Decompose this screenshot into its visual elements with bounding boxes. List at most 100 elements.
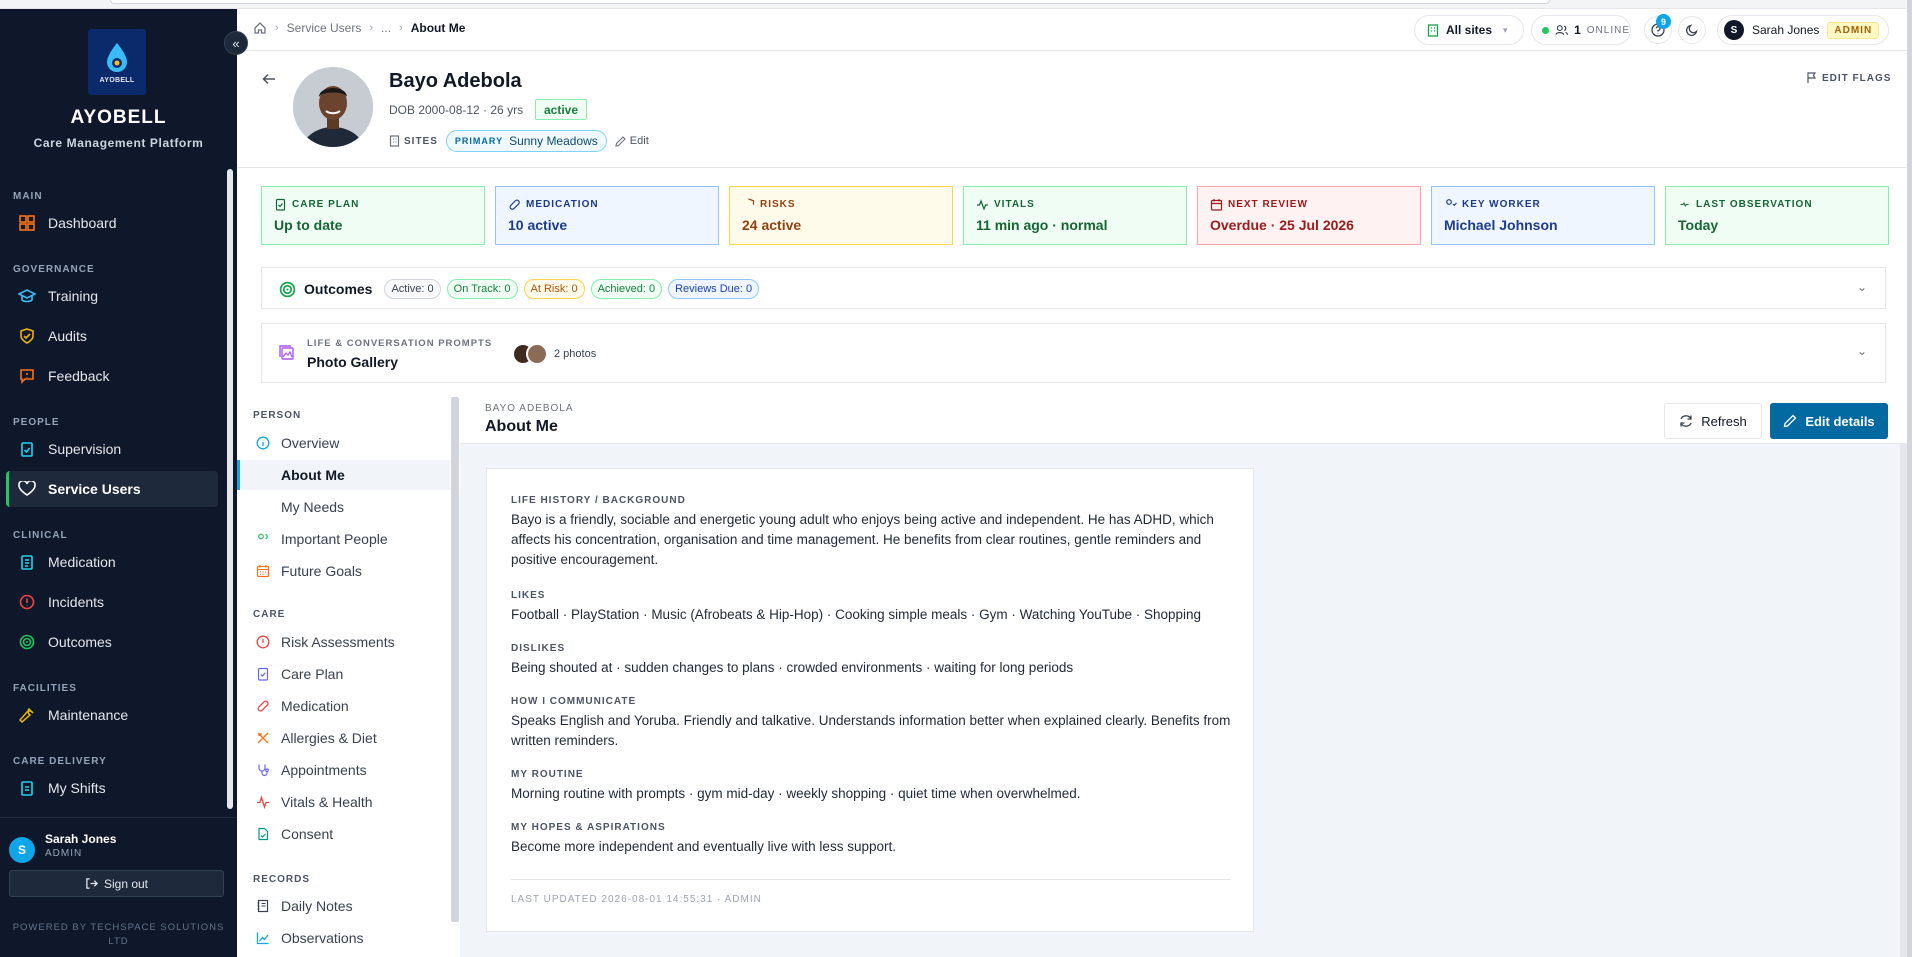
subnav-section-records: RECORDS: [253, 874, 311, 885]
image-gallery-icon: [279, 345, 294, 360]
sign-out-icon: [86, 878, 98, 889]
primary-label: PRIMARY: [454, 136, 504, 146]
card-value: Overdue · 25 Jul 2026: [1210, 217, 1354, 233]
edit-details-button[interactable]: Edit details: [1770, 403, 1888, 439]
subnav-item-allergies-diet[interactable]: Allergies & Diet: [237, 723, 450, 753]
collapse-sidebar-button[interactable]: «: [224, 31, 248, 55]
status-card-risks[interactable]: RISKS 24 active: [729, 186, 953, 245]
subnav-item-label: My Needs: [281, 499, 345, 515]
home-icon[interactable]: [253, 21, 267, 35]
stethoscope-icon: [255, 762, 271, 778]
life-history-text: Bayo is a friendly, sociable and energet…: [511, 512, 1214, 567]
sidebar-item-feedback[interactable]: Feedback: [6, 358, 218, 394]
subnav-item-consent[interactable]: Consent: [237, 819, 450, 849]
sidebar-item-label: Audits: [48, 328, 87, 344]
routine-text: Morning routine with prompts · gym mid-d…: [511, 786, 1081, 801]
subnav-item-care-plan[interactable]: Care Plan: [237, 659, 450, 689]
sidebar-item-outcomes[interactable]: Outcomes: [6, 624, 218, 660]
shield-icon: [748, 198, 755, 205]
sidebar-item-my-shifts[interactable]: My Shifts: [6, 770, 218, 806]
sidebar-item-medication[interactable]: Medication: [6, 544, 218, 580]
content-eyebrow: BAYO ADEBOLA: [485, 403, 574, 414]
sidebar-item-label: Dashboard: [48, 215, 117, 231]
brand-name: AYOBELL: [70, 107, 167, 128]
online-users-indicator[interactable]: 1 ONLINE: [1531, 15, 1631, 45]
card-value: 11 min ago · normal: [976, 217, 1108, 233]
subnav-item-label: Daily Notes: [281, 898, 353, 914]
subnav-item-label: Care Plan: [281, 666, 344, 682]
gallery-thumbnail[interactable]: [526, 343, 548, 365]
sidebar-user-role: ADMIN: [45, 848, 83, 859]
user-menu[interactable]: S Sarah Jones ADMIN: [1717, 15, 1889, 45]
pill-icon: [255, 698, 271, 714]
site-select[interactable]: All sites ▾: [1414, 15, 1524, 45]
powered-by: POWERED BY TECHSPACE SOLUTIONS LTD: [12, 922, 225, 947]
browser-address-edge: [110, 0, 1550, 4]
section-label: DISLIKES: [511, 643, 566, 654]
sidebar-item-maintenance[interactable]: Maintenance: [6, 697, 218, 733]
sidebar-scrollbar[interactable]: [227, 169, 233, 809]
status-card-medication[interactable]: MEDICATION 10 active: [495, 186, 719, 245]
photo-gallery-panel[interactable]: LIFE & CONVERSATION PROMPTS Photo Galler…: [261, 323, 1886, 383]
sidebar-item-incidents[interactable]: Incidents: [6, 584, 218, 620]
online-status-dot: [1542, 26, 1549, 34]
sidebar-item-training[interactable]: Training: [6, 278, 218, 314]
back-button[interactable]: [262, 72, 276, 90]
subnav-item-appointments[interactable]: Appointments: [237, 755, 450, 785]
status-card-vitals[interactable]: VITALS 11 min ago · normal: [963, 186, 1187, 245]
nav-section-clinical: CLINICAL: [13, 530, 68, 541]
card-value: Michael Johnson: [1444, 217, 1558, 233]
online-count: 1: [1574, 23, 1581, 37]
sidebar-item-dashboard[interactable]: Dashboard: [6, 205, 218, 241]
edit-flags-button[interactable]: EDIT FLAGS: [1806, 72, 1891, 84]
subnav-scrollbar[interactable]: [451, 397, 459, 922]
status-card-key-worker[interactable]: KEY WORKER Michael Johnson: [1431, 186, 1655, 245]
outcomes-panel[interactable]: Outcomes Active: 0 On Track: 0 At Risk: 0A…: [261, 267, 1886, 309]
avatar[interactable]: S: [9, 837, 35, 863]
subnav-item-about-me[interactable]: About Me: [237, 460, 450, 490]
section-label: MY ROUTINE: [511, 769, 584, 780]
breadcrumb-ellipsis[interactable]: ...: [381, 21, 391, 35]
sidebar-item-supervision[interactable]: Supervision: [6, 431, 218, 467]
content-scrollbar[interactable]: [1900, 444, 1907, 957]
subnav-item-important-people[interactable]: Important People: [237, 524, 450, 554]
subnav-item-my-needs[interactable]: My Needs: [237, 492, 450, 522]
refresh-button[interactable]: Refresh: [1664, 403, 1762, 439]
subnav-item-risk-assessments[interactable]: Risk Assessments: [237, 627, 450, 657]
message-icon: [18, 367, 36, 385]
breadcrumb-service-users[interactable]: Service Users: [287, 21, 362, 35]
brand-logo[interactable]: AYOBELL: [88, 29, 146, 95]
sign-out-button[interactable]: Sign out: [9, 870, 224, 897]
nav-section-facilities: FACILITIES: [13, 683, 77, 694]
sidebar-item-label: Medication: [48, 554, 116, 570]
sidebar-item-audits[interactable]: Audits: [6, 318, 218, 354]
theme-toggle-button[interactable]: [1678, 16, 1706, 44]
edit-sites-link[interactable]: Edit: [615, 135, 649, 147]
status-card-care-plan[interactable]: CARE PLAN Up to date: [261, 186, 485, 245]
top-bar: › Service Users › ... › About Me All sit…: [237, 9, 1907, 51]
primary-site-pill[interactable]: PRIMARY Sunny Meadows: [445, 130, 607, 152]
outcome-chip: On Track: 0: [446, 279, 518, 299]
profile-photo[interactable]: [293, 67, 373, 147]
sidebar-item-service-users[interactable]: Service Users: [6, 471, 218, 507]
drop-logo-icon: [107, 42, 127, 72]
subnav-item-daily-notes[interactable]: Daily Notes: [237, 891, 450, 921]
card-title-text: NEXT REVIEW: [1228, 199, 1308, 210]
card-title: RISKS: [742, 198, 940, 211]
chevron-down-icon[interactable]: ⌄: [1857, 280, 1867, 294]
card-title-text: MEDICATION: [526, 199, 599, 210]
subnav-item-observations[interactable]: Observations: [237, 923, 450, 953]
subnav-item-vitals-health[interactable]: Vitals & Health: [237, 787, 450, 817]
heart-handshake-icon: [255, 499, 271, 515]
status-card-next-review[interactable]: NEXT REVIEW Overdue · 25 Jul 2026: [1197, 186, 1421, 245]
likes-text: Football · PlayStation · Music (Afrobeat…: [511, 607, 1202, 622]
clipboard-check-icon: [18, 440, 36, 458]
window-scrollbar[interactable]: [1907, 0, 1912, 957]
subnav-item-medication[interactable]: Medication: [237, 691, 450, 721]
status-card-last-observation[interactable]: LAST OBSERVATION Today: [1665, 186, 1889, 245]
subnav-item-future-goals[interactable]: Future Goals: [237, 556, 450, 586]
pencil-icon: [1784, 414, 1797, 428]
chevron-down-icon[interactable]: ⌄: [1857, 344, 1867, 358]
subnav-item-overview[interactable]: Overview: [237, 428, 450, 458]
target-icon: [18, 633, 36, 651]
